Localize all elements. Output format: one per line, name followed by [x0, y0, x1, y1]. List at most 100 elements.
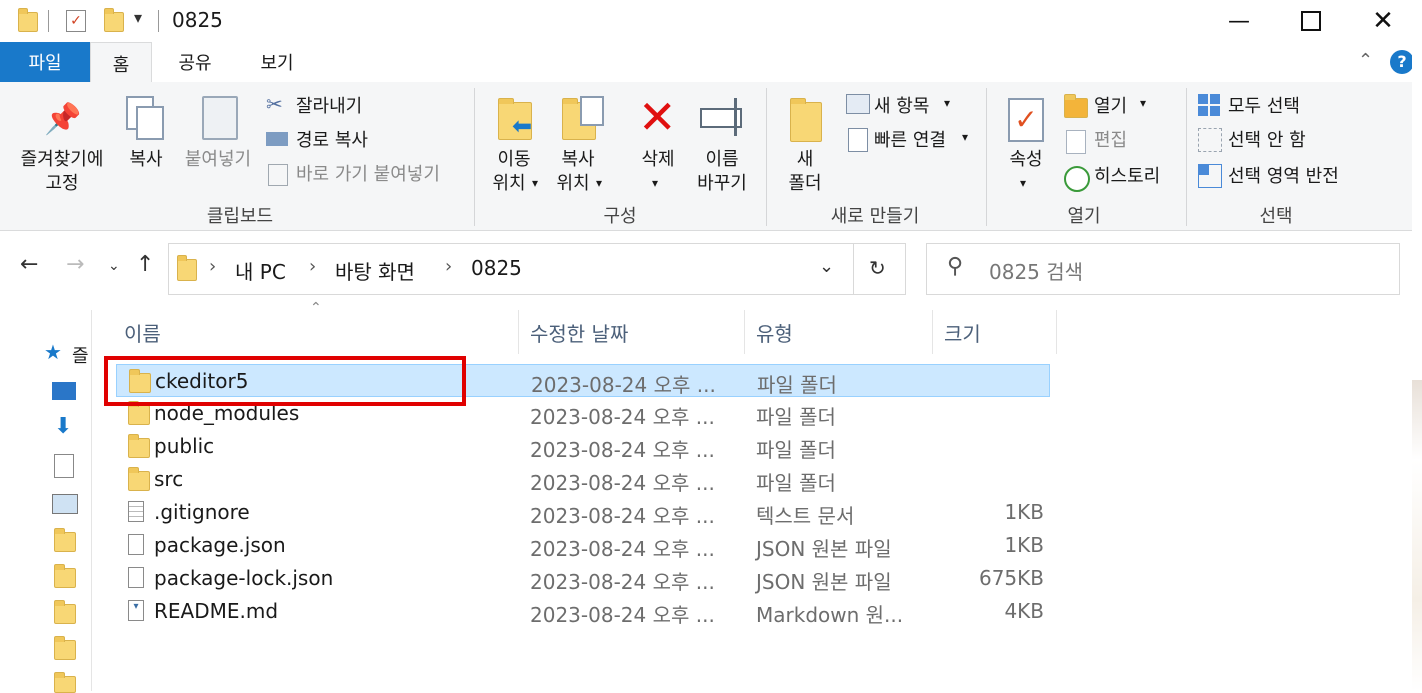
- folder-icon[interactable]: [54, 600, 76, 624]
- folder-icon[interactable]: [54, 564, 76, 588]
- column-header-name[interactable]: 이름: [124, 318, 161, 347]
- customize-quick-access-icon[interactable]: ▾: [134, 8, 142, 27]
- edit-icon: [1066, 130, 1086, 154]
- list-item[interactable]: src 2023-08-24 오후 ... 파일 폴더: [116, 463, 1050, 496]
- select-none-button[interactable]: 선택 안 함: [1228, 126, 1306, 152]
- folder-icon: [128, 401, 150, 425]
- tab-share[interactable]: 공유: [160, 42, 230, 82]
- breadcrumb-desktop[interactable]: 바탕 화면: [335, 256, 415, 285]
- search-input[interactable]: 0825 검색: [989, 256, 1083, 285]
- cut-button[interactable]: 잘라내기: [296, 92, 362, 118]
- file-date: 2023-08-24 오후 ...: [531, 373, 716, 397]
- select-all-icon: [1198, 94, 1220, 116]
- properties-label: 속성: [1009, 149, 1043, 170]
- invert-selection-button[interactable]: 선택 영역 반전: [1228, 162, 1339, 188]
- divider: [986, 88, 987, 226]
- clipboard-icon: [202, 96, 238, 140]
- ribbon-tabs: 파일 홈 공유 보기 ⌃ ?: [0, 42, 1422, 84]
- pictures-icon[interactable]: [52, 494, 78, 514]
- delete-label: 삭제: [641, 149, 675, 170]
- copy-path-button[interactable]: 경로 복사: [296, 126, 368, 152]
- close-button[interactable]: ✕: [1350, 0, 1416, 42]
- list-item[interactable]: package.json 2023-08-24 오후 ... JSON 원본 파일 1…: [116, 529, 1050, 562]
- new-item-button[interactable]: 새 항목: [874, 92, 929, 118]
- history-icon: [1064, 166, 1090, 192]
- folder-icon[interactable]: [54, 672, 76, 693]
- folder-icon[interactable]: [54, 636, 76, 660]
- chevron-right-icon: ›: [445, 256, 453, 277]
- recent-locations-icon[interactable]: ⌄: [108, 258, 120, 274]
- tab-home[interactable]: 홈: [90, 42, 152, 84]
- minimize-button[interactable]: —: [1206, 0, 1272, 42]
- column-header-size[interactable]: 크기: [944, 318, 981, 347]
- refresh-icon[interactable]: ↻: [869, 256, 886, 280]
- scissors-icon: ✂: [266, 92, 283, 116]
- json-file-icon: [128, 567, 144, 588]
- up-arrow-icon[interactable]: ↑: [136, 252, 154, 277]
- file-type: Markdown 원...: [756, 603, 904, 627]
- download-arrow-icon[interactable]: ⬇: [54, 414, 72, 439]
- select-all-button[interactable]: 모두 선택: [1228, 92, 1300, 118]
- column-header-type[interactable]: 유형: [756, 318, 793, 347]
- folder-icon: [177, 255, 197, 281]
- open-icon: [1064, 94, 1088, 118]
- breadcrumb-my-pc[interactable]: 내 PC: [235, 256, 286, 285]
- address-dropdown-icon[interactable]: ⌄: [819, 256, 834, 277]
- chevron-down-icon: ▾: [1140, 96, 1147, 110]
- pane-divider[interactable]: [91, 310, 92, 691]
- new-folder-label-1: 새: [796, 149, 814, 170]
- maximize-button[interactable]: [1278, 0, 1344, 42]
- file-size: 1KB: [1004, 500, 1044, 524]
- move-label-1: 이동: [497, 149, 531, 170]
- move-label-2: 위치: [492, 173, 526, 194]
- forward-arrow-icon[interactable]: →: [66, 252, 84, 277]
- tab-view[interactable]: 보기: [240, 42, 314, 82]
- document-icon[interactable]: [54, 454, 74, 478]
- address-bar[interactable]: › 내 PC › 바탕 화면 › 0825 ⌄ ↻: [168, 243, 906, 295]
- tab-file[interactable]: 파일: [0, 42, 90, 82]
- quick-access-star-icon[interactable]: ★: [44, 340, 62, 364]
- file-type: 텍스트 문서: [756, 504, 855, 528]
- paste-shortcut-button[interactable]: 바로 가기 붙여넣기: [296, 160, 440, 186]
- chevron-down-icon: ▾: [944, 96, 951, 110]
- breadcrumb-0825[interactable]: 0825: [471, 256, 522, 280]
- sort-indicator-icon: ⌃: [310, 300, 322, 316]
- properties-quick-icon[interactable]: ✓: [66, 10, 86, 32]
- list-item[interactable]: package-lock.json 2023-08-24 오후 ... JSON 원…: [116, 562, 1050, 595]
- column-divider[interactable]: [518, 310, 519, 354]
- column-divider[interactable]: [932, 310, 933, 354]
- desktop-icon[interactable]: [52, 382, 76, 400]
- folder-icon: [128, 467, 150, 491]
- list-item[interactable]: .gitignore 2023-08-24 오후 ... 텍스트 문서 1KB: [116, 496, 1050, 529]
- edit-button[interactable]: 편집: [1094, 126, 1127, 152]
- new-folder-quick-icon[interactable]: [104, 8, 124, 32]
- navigation-pane: ★ 즐 ⬇: [0, 310, 92, 693]
- back-arrow-icon[interactable]: ←: [20, 252, 38, 277]
- column-divider[interactable]: [744, 310, 745, 354]
- open-button[interactable]: 열기: [1094, 92, 1127, 118]
- file-size: 4KB: [1004, 599, 1044, 623]
- file-type: JSON 원본 파일: [756, 570, 892, 594]
- new-item-icon: [846, 94, 870, 114]
- file-date: 2023-08-24 오후 ...: [530, 603, 715, 627]
- list-item[interactable]: public 2023-08-24 오후 ... 파일 폴더: [116, 430, 1050, 463]
- search-icon: ⚲: [947, 254, 964, 279]
- column-divider[interactable]: [1056, 310, 1057, 354]
- collapse-ribbon-icon[interactable]: ⌃: [1358, 50, 1373, 71]
- help-icon[interactable]: ?: [1390, 50, 1414, 74]
- quick-access-label[interactable]: 즐: [72, 342, 89, 368]
- history-button[interactable]: 히스토리: [1094, 162, 1160, 188]
- file-type: 파일 폴더: [756, 405, 836, 429]
- file-date: 2023-08-24 오후 ...: [530, 405, 715, 429]
- list-item[interactable]: ▾ README.md 2023-08-24 오후 ... Markdown 원...…: [116, 595, 1050, 628]
- chevron-down-icon: ▾: [596, 176, 603, 190]
- folder-icon[interactable]: [54, 528, 76, 552]
- divider: [1186, 88, 1187, 226]
- move-arrow-icon: ⬅: [512, 112, 533, 140]
- file-name: package-lock.json: [154, 566, 334, 590]
- chevron-down-icon: ▾: [962, 130, 969, 144]
- column-header-date[interactable]: 수정한 날짜: [530, 318, 628, 347]
- search-box[interactable]: ⚲ 0825 검색: [926, 243, 1400, 295]
- easy-access-button[interactable]: 빠른 연결: [874, 126, 946, 152]
- rename-label-2: 바꾸기: [697, 173, 747, 194]
